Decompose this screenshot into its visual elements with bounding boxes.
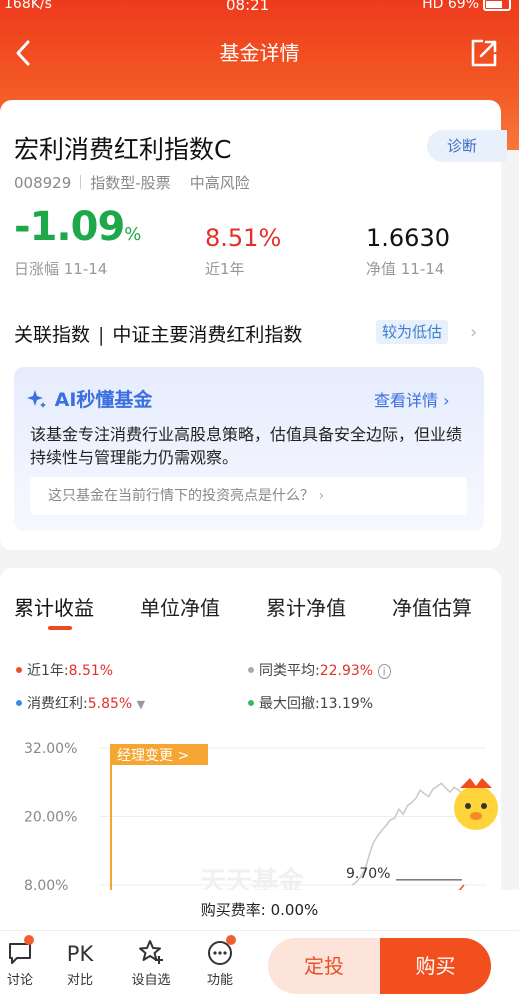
info-icon: i [377,664,391,679]
nav-label: 净值 11-14 [366,260,445,278]
ai-title: AI秒懂基金 [26,385,152,412]
mascot-icon[interactable] [454,778,498,830]
discuss-label: 讨论 [6,973,33,988]
legend-consumer-dividend[interactable]: 消费红利:5.85% ▼ [16,693,145,713]
function-label: 功能 [206,973,233,988]
purchase-fee-bar: 购买费率: 0.00% [0,890,519,930]
tab-cumulative-return[interactable]: 累计收益 [14,592,94,621]
related-index-row[interactable]: 关联指数 | 中证主要消费红利指数 较为低估 › [14,320,494,350]
year-return-label: 近1年 [205,260,245,278]
return-chart[interactable]: 32.00% 20.00% 8.00% 经理变更 > 天天基金 9.70% [0,728,501,890]
day-change-value: -1.09% [14,204,141,250]
valuation-tag: 较为低估 [376,320,449,344]
ai-summary-text: 该基金专注消费行业高股息策略，估值具备安全边际，但业绩持续性与管理能力仍需观察。 [30,425,463,467]
day-change-label: 日涨幅 11-14 [14,260,108,278]
battery-icon [483,0,511,11]
pk-icon: PK [66,942,94,966]
page-title: 基金详情 [219,41,300,65]
discuss-button[interactable]: 讨论 [0,939,40,988]
caret-down-icon: ▼ [136,698,146,711]
chart-tabs: 累计收益 单位净值 累计净值 净值估算 [14,592,494,622]
fund-summary-card: 宏利消费红利指数C 诊断 008929 指数型-股票 中高风险 -1.09% 8.5… [0,100,507,550]
diagnose-button[interactable]: 诊断 [427,130,507,162]
watermark: 天天基金 [200,866,305,890]
y-tick-label: 8.00% [24,878,68,890]
sparkle-icon [27,390,46,408]
chevron-right-icon: › [318,488,325,504]
network-speed: 168K/s [4,0,52,12]
fund-meta: 008929 指数型-股票 中高风险 [14,172,250,193]
chevron-right-icon: › [470,322,478,343]
fund-name: 宏利消费红利指数C [14,135,232,164]
star-plus-icon [128,939,174,969]
tab-unit-nav[interactable]: 单位净值 [140,592,220,621]
ai-question[interactable]: 这只基金在当前行情下的投资亮点是什么？ › [30,477,467,515]
fee-value: 0.00% [270,901,319,919]
status-indicators: HD 69% [422,0,479,12]
ai-summary-box: AI秒懂基金 查看详情 › 该基金专注消费行业高股息策略，估值具备安全边际，但业… [14,367,484,531]
fund-code: 008929 [14,174,72,192]
tab-nav-estimate[interactable]: 净值估算 [392,592,472,621]
nav-value: 1.6630 [366,224,450,252]
y-tick-label: 32.00% [24,741,77,757]
legend-max-drawdown: 最大回撤:13.19% [248,693,373,713]
add-watchlist-button[interactable]: 设自选 [128,939,174,988]
y-tick-label: 20.00% [24,810,77,826]
share-icon[interactable] [469,38,499,68]
watch-label: 设自选 [131,973,171,988]
function-button[interactable]: 功能 [200,939,240,988]
status-bar: 168K/s 08:21 HD 69% [0,0,519,16]
end-value-label: 9.70% [346,866,390,882]
status-time: 08:21 [226,0,270,14]
notification-dot [226,935,236,945]
auto-invest-button[interactable]: 定投 [268,938,380,994]
compare-label: 对比 [66,973,93,988]
legend-near-year: 近1年:8.51% [16,660,113,680]
manager-change-label: 经理变更 > [117,748,189,764]
buy-button[interactable]: 购买 [380,938,491,994]
chat-icon [0,939,40,969]
compare-button[interactable]: PK 对比 [60,939,100,988]
fund-type: 指数型-股票 [90,174,171,192]
fund-risk: 中高风险 [189,174,250,192]
fee-label: 购买费率: [200,901,266,919]
legend-peer-average: 同类平均:22.93% i [248,660,391,680]
related-index-label: 关联指数 [14,324,91,346]
year-return-value: 8.51% [205,224,282,252]
chevron-right-icon: › [443,391,450,410]
tab-indicator [48,626,72,630]
notification-dot [24,935,34,945]
related-index-name: 中证主要消费红利指数 [112,324,303,346]
tab-cumulative-nav[interactable]: 累计净值 [266,592,346,621]
ai-more-link[interactable]: 查看详情 › [374,387,450,411]
